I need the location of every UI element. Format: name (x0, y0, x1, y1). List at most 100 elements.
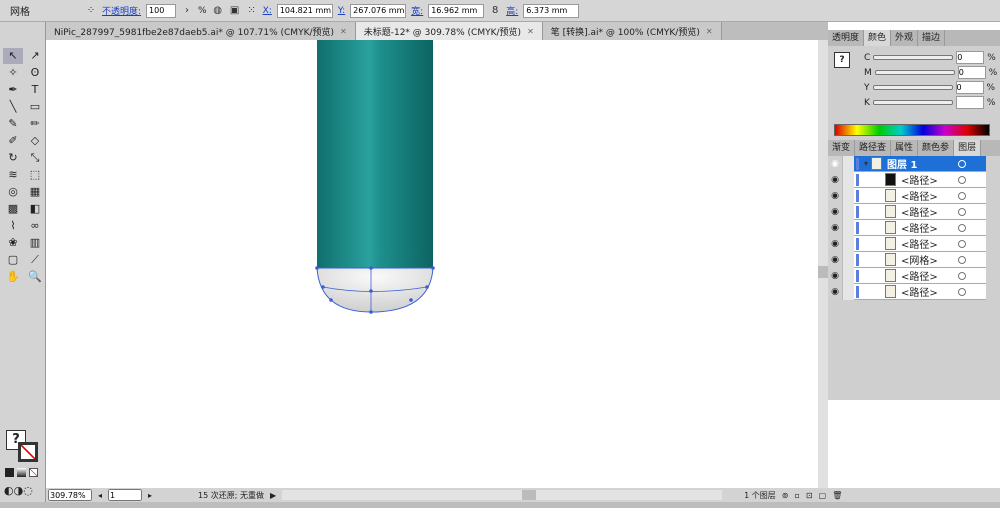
black-input[interactable] (955, 96, 984, 109)
width-input[interactable] (428, 3, 485, 18)
pencil-tool-icon[interactable]: ✏ (25, 116, 45, 132)
layer-row[interactable]: ◉ ▾ 图层 1 (828, 155, 986, 172)
prev-artboard-icon[interactable]: ◂ (98, 491, 102, 500)
fill-swatch-icon[interactable]: ? (834, 52, 850, 68)
doc-tab-active[interactable]: 未标题-12* @ 309.78% (CMYK/预览) ✕ (355, 22, 543, 40)
target-icon[interactable] (958, 207, 966, 216)
tab-stroke[interactable]: 描边 (918, 30, 946, 46)
close-icon[interactable]: ✕ (340, 27, 347, 36)
eye-icon[interactable]: ◉ (828, 155, 842, 172)
paintbrush-tool-icon[interactable]: ✎ (3, 116, 23, 132)
none-icon[interactable] (29, 468, 38, 477)
height-input[interactable] (523, 3, 580, 18)
color-spectrum[interactable] (834, 124, 990, 136)
x-input[interactable] (276, 3, 333, 18)
opacity-label[interactable]: 不透明度: (102, 4, 141, 17)
color-icon[interactable] (5, 468, 14, 477)
opacity-input[interactable] (146, 3, 177, 18)
lock-toggle[interactable] (842, 171, 854, 188)
rectangle-tool-icon[interactable]: ▭ (25, 99, 45, 115)
eye-icon[interactable]: ◉ (828, 171, 842, 188)
eye-icon[interactable]: ◉ (828, 283, 842, 300)
scale-tool-icon[interactable]: ⤡ (25, 150, 45, 166)
horizontal-scrollbar[interactable] (282, 490, 723, 500)
target-icon[interactable] (958, 271, 966, 280)
free-transform-tool-icon[interactable]: ⬚ (25, 167, 45, 183)
layer-row[interactable]: ◉ <路径> (828, 187, 986, 204)
target-icon[interactable] (958, 223, 966, 232)
gradient-icon[interactable] (17, 468, 26, 477)
shape-builder-tool-icon[interactable]: ◎ (3, 184, 23, 200)
selection-tool-icon[interactable]: ↖ (3, 48, 23, 64)
delete-icon[interactable]: 🗑 (832, 491, 842, 500)
width-label[interactable]: 宽: (411, 4, 423, 17)
eye-icon[interactable]: ◉ (828, 267, 842, 284)
type-tool-icon[interactable]: T (25, 82, 45, 98)
lock-toggle[interactable] (842, 219, 854, 236)
column-graph-tool-icon[interactable]: ▥ (25, 235, 45, 251)
tab-gradient[interactable]: 渐变 (828, 140, 856, 156)
perspective-tool-icon[interactable]: ▦ (25, 184, 45, 200)
tab-pathfinder[interactable]: 路径查 (855, 140, 892, 156)
lock-toggle[interactable] (842, 155, 854, 172)
direct-selection-tool-icon[interactable]: ↗ (25, 48, 45, 64)
make-clip-mask-icon[interactable]: ▫ (795, 491, 800, 500)
layer-row[interactable]: ◉ <网格> (828, 251, 986, 268)
cylinder-body[interactable] (317, 40, 433, 268)
target-icon[interactable] (958, 175, 966, 184)
magenta-input[interactable] (957, 66, 986, 79)
artboard-tool-icon[interactable]: ▢ (3, 252, 23, 268)
lock-toggle[interactable] (842, 251, 854, 268)
line-tool-icon[interactable]: ╲ (3, 99, 23, 115)
eraser-tool-icon[interactable]: ◇ (25, 133, 45, 149)
align-icon[interactable]: ▣ (229, 5, 241, 17)
lock-toggle[interactable] (842, 235, 854, 252)
target-icon[interactable] (958, 191, 966, 200)
mesh-tool-icon[interactable]: ▩ (3, 201, 23, 217)
lock-toggle[interactable] (842, 187, 854, 204)
tab-appearance[interactable]: 外观 (891, 30, 919, 46)
slice-tool-icon[interactable]: ⟋ (25, 252, 45, 268)
lasso-tool-icon[interactable]: ʘ (25, 65, 45, 81)
lock-toggle[interactable] (842, 203, 854, 220)
eyedropper-tool-icon[interactable]: ⌇ (3, 218, 23, 234)
target-icon[interactable] (958, 239, 966, 248)
lock-toggle[interactable] (842, 267, 854, 284)
target-icon[interactable] (958, 159, 966, 168)
close-icon[interactable]: ✕ (527, 27, 534, 36)
blend-tool-icon[interactable]: ∞ (25, 218, 45, 234)
magic-wand-tool-icon[interactable]: ✧ (3, 65, 23, 81)
symbol-sprayer-tool-icon[interactable]: ❀ (3, 235, 23, 251)
next-artboard-icon[interactable]: ▸ (148, 491, 152, 500)
tab-color[interactable]: 颜色 (864, 30, 892, 46)
layer-row[interactable]: ◉ <路径> (828, 235, 986, 252)
height-label[interactable]: 高: (506, 4, 518, 17)
cap-mesh[interactable] (316, 267, 434, 313)
link-icon[interactable]: 8 (489, 5, 501, 17)
eye-icon[interactable]: ◉ (828, 203, 842, 220)
tab-layers[interactable]: 图层 (954, 140, 982, 156)
tab-color-guide[interactable]: 颜色参 (918, 140, 955, 156)
eye-icon[interactable]: ◉ (828, 235, 842, 252)
tab-transparency[interactable]: 透明度 (828, 30, 865, 46)
doc-tab[interactable]: NiPic_287997_5981fbe2e87daeb5.ai* @ 107.… (46, 22, 356, 40)
layer-row[interactable]: ◉ <路径> (828, 171, 986, 188)
warp-tool-icon[interactable]: ≋ (3, 167, 23, 183)
artboard-select[interactable] (108, 489, 143, 501)
target-icon[interactable] (958, 255, 966, 264)
close-icon[interactable]: ✕ (706, 27, 713, 36)
draw-mode-icons[interactable]: ◐◑◌ (4, 484, 33, 497)
eye-icon[interactable]: ◉ (828, 251, 842, 268)
eye-icon[interactable]: ◉ (828, 219, 842, 236)
y-input[interactable] (350, 3, 407, 18)
cyan-slider[interactable]: C% (828, 50, 1000, 65)
expand-icon[interactable]: ▾ (864, 159, 868, 168)
status-menu-icon[interactable]: ▶ (270, 491, 276, 500)
new-sublayer-icon[interactable]: ⊡ (806, 491, 813, 500)
target-icon[interactable] (958, 287, 966, 296)
zoom-select[interactable] (48, 489, 92, 501)
gradient-tool-icon[interactable]: ◧ (25, 201, 45, 217)
locate-object-icon[interactable]: ⊚ (782, 491, 789, 500)
layer-row[interactable]: ◉ <路径> (828, 267, 986, 284)
canvas[interactable] (46, 40, 818, 488)
